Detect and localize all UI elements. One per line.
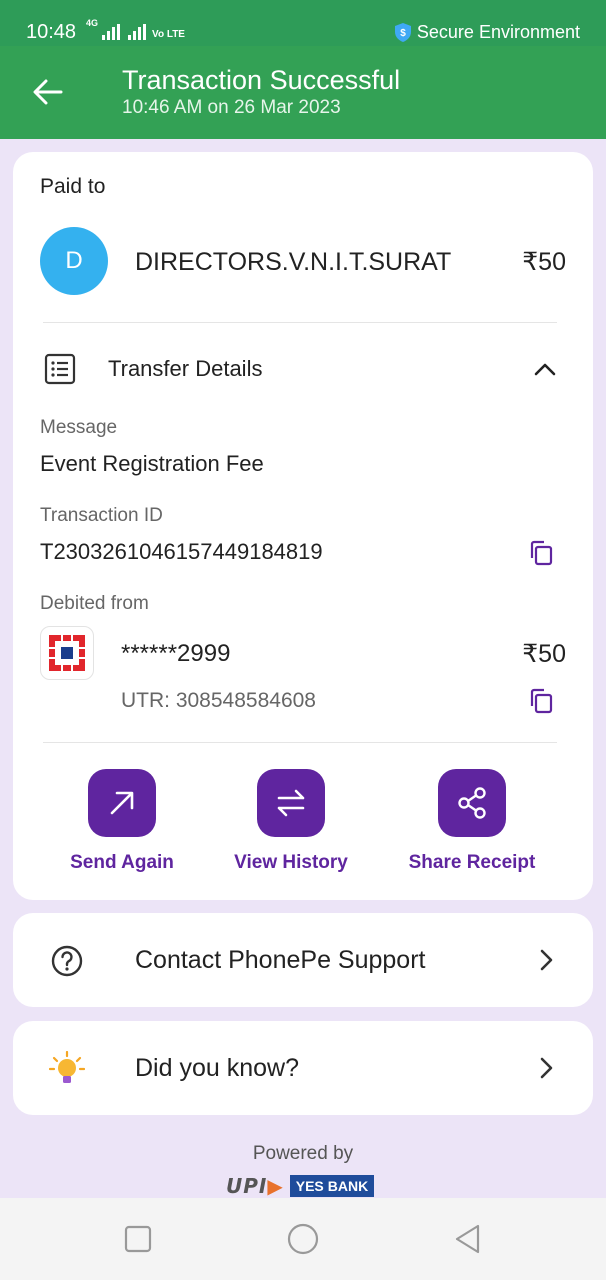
contact-support-row[interactable]: Contact PhonePe Support (13, 913, 593, 1007)
view-history-button[interactable]: View History (223, 769, 359, 875)
share-receipt-icon-button[interactable] (438, 769, 506, 837)
arrow-left-icon (33, 79, 63, 105)
bank-logo (40, 626, 94, 680)
header: Transaction Successful 10:46 AM on 26 Ma… (0, 46, 606, 139)
page-title: Transaction Successful (122, 65, 401, 95)
arrow-up-right-icon (110, 791, 134, 815)
share-icon (458, 787, 486, 819)
signal-strength-icon (102, 24, 121, 40)
chevron-up-icon[interactable] (530, 355, 560, 385)
back-nav-icon[interactable] (451, 1222, 485, 1256)
status-bar: 10:48 4G Vo LTE $ Secure Environment (0, 0, 606, 46)
receipt-list-icon (44, 353, 76, 385)
payee-name: DIRECTORS.V.N.I.T.SURAT (135, 248, 452, 276)
powered-by-label: Powered by (252, 1143, 354, 1164)
network-indicator: 4G Vo LTE (86, 18, 185, 40)
bank-icon (47, 633, 87, 673)
did-you-know-row[interactable]: Did you know? (13, 1021, 593, 1115)
view-history-label: View History (234, 852, 348, 873)
debited-amount: ₹50 (522, 640, 566, 668)
share-receipt-button[interactable]: Share Receipt (400, 769, 544, 875)
help-circle-icon (51, 945, 83, 977)
transaction-id-value: T2303261046157449184819 (40, 539, 323, 564)
contact-support-label: Contact PhonePe Support (135, 946, 426, 974)
swap-arrows-icon (277, 789, 305, 817)
shield-icon: $ (394, 22, 411, 42)
home-icon[interactable] (286, 1222, 320, 1256)
account-number: ******2999 (121, 640, 231, 667)
recent-apps-icon[interactable] (121, 1222, 155, 1256)
transaction-id-label: Transaction ID (40, 505, 163, 526)
partner-logos: UPI▶ YES BANK (226, 1174, 375, 1198)
network-type: 4G (86, 18, 99, 28)
system-nav-bar (0, 1198, 606, 1280)
divider (43, 742, 557, 743)
divider (43, 322, 557, 323)
copy-icon[interactable] (528, 687, 554, 715)
utr-number: UTR: 308548584608 (121, 689, 316, 712)
upi-logo: UPI▶ (226, 1174, 284, 1198)
share-receipt-label: Share Receipt (408, 852, 536, 873)
svg-text:$: $ (400, 28, 406, 39)
send-again-label: Send Again (70, 852, 174, 873)
paid-amount: ₹50 (522, 248, 566, 276)
message-value: Event Registration Fee (40, 451, 264, 476)
chevron-right-icon (540, 949, 553, 971)
status-time: 10:48 (26, 21, 77, 43)
transaction-card: Paid to D DIRECTORS.V.N.I.T.SURAT ₹50 Tr… (13, 152, 593, 900)
view-history-icon-button[interactable] (257, 769, 325, 837)
paid-to-label: Paid to (40, 175, 106, 198)
send-again-button[interactable]: Send Again (64, 769, 180, 875)
message-label: Message (40, 417, 118, 438)
signal-strength-icon (128, 24, 147, 40)
debited-from-label: Debited from (40, 593, 149, 614)
chevron-right-icon (540, 1057, 553, 1079)
send-again-icon-button[interactable] (88, 769, 156, 837)
avatar: D (40, 227, 108, 295)
transfer-details-title: Transfer Details (108, 356, 263, 381)
lightbulb-icon (49, 1051, 85, 1083)
back-button[interactable] (28, 74, 68, 110)
transaction-timestamp: 10:46 AM on 26 Mar 2023 (122, 97, 341, 118)
copy-icon[interactable] (528, 539, 554, 567)
yes-bank-logo: YES BANK (289, 1175, 375, 1197)
secure-text: Secure Environment (416, 22, 580, 42)
did-you-know-label: Did you know? (135, 1054, 299, 1082)
volte-badge: Vo LTE (152, 29, 185, 40)
secure-environment: $ Secure Environment (394, 21, 580, 43)
